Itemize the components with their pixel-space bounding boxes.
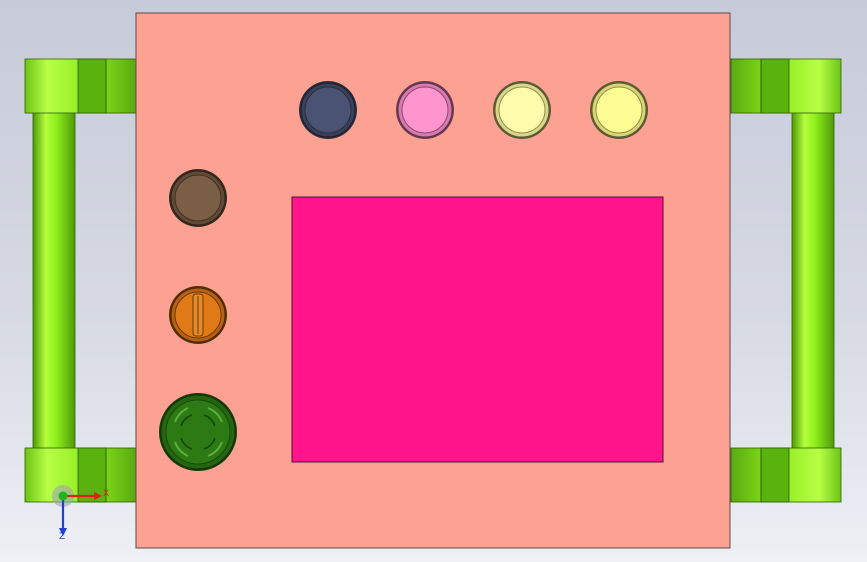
x-axis-label: X	[103, 489, 110, 499]
cad-viewport[interactable]: X Z	[0, 0, 867, 562]
y-axis-marker	[58, 491, 68, 501]
light-yellow-indicator-1[interactable]	[493, 81, 551, 139]
light-yellow-indicator-2[interactable]	[590, 81, 648, 139]
z-axis-label: Z	[59, 532, 66, 542]
pink-indicator[interactable]	[396, 81, 454, 139]
dark-blue-indicator[interactable]	[299, 81, 357, 139]
panel-layer	[135, 12, 731, 549]
brown-indicator[interactable]	[169, 169, 227, 227]
display-screen[interactable]	[291, 196, 664, 463]
orange-selector-switch[interactable]	[169, 286, 227, 344]
green-mushroom-button[interactable]	[159, 393, 237, 471]
